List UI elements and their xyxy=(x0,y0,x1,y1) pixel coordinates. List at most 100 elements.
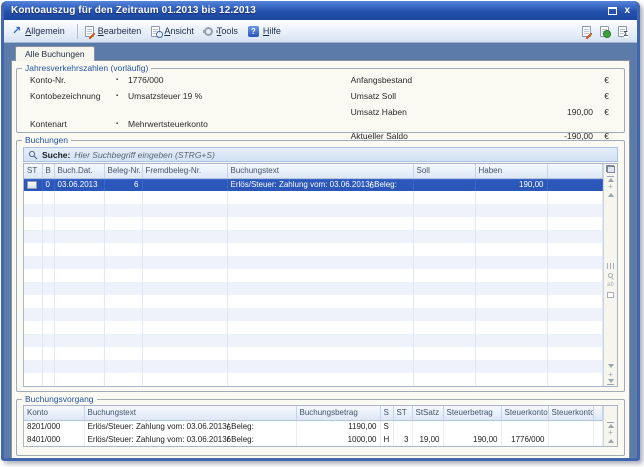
empty-row-proto[interactable] xyxy=(24,360,603,373)
empty-row-proto[interactable] xyxy=(24,204,603,217)
document-pen-icon xyxy=(85,26,94,37)
empty-row-proto[interactable] xyxy=(24,282,603,295)
table-row[interactable]: 8401/000 Erlös/Steuer: Zahlung vom: 03.0… xyxy=(24,433,603,446)
col-buchungstext[interactable]: Buchungstext xyxy=(227,164,413,178)
empty-row-proto[interactable] xyxy=(24,230,603,243)
menu-allgemein[interactable]: ↗ Allgemein xyxy=(12,26,65,36)
col-konto[interactable]: Konto xyxy=(24,406,84,420)
group-buchungen: Buchungen Suche: xyxy=(16,135,625,392)
buchungsvorgang-table: Konto Buchungstext Buchungsbetrag S ST S… xyxy=(23,405,618,447)
scroll-up-icon[interactable] xyxy=(608,193,614,197)
scroll-down-icon[interactable] xyxy=(608,364,614,368)
menu-bearbeiten[interactable]: Bearbeiten xyxy=(85,26,142,37)
empty-row-proto[interactable] xyxy=(24,191,603,204)
field-value: Umsatzsteuer 19 % xyxy=(128,91,202,101)
col-stsatz[interactable]: StSatz xyxy=(412,406,443,420)
empty-row-proto[interactable] xyxy=(24,295,603,308)
col-st[interactable]: ST xyxy=(24,164,42,178)
field-umsatz-soll: Umsatz Soll € xyxy=(351,90,609,102)
toolbar: ↗ Allgemein Bearbeiten Ansicht Tools ? H… xyxy=(4,20,637,43)
scroll-up-icon[interactable] xyxy=(608,439,614,443)
field-kontenart: Kontenart ▪ Mehrwertsteuerkonto xyxy=(30,118,351,130)
grid-view-icon[interactable] xyxy=(607,292,614,298)
empty-row-proto[interactable] xyxy=(24,308,603,321)
columns-view-icon[interactable] xyxy=(607,263,614,269)
col-buchdat[interactable]: Buch.Dat. xyxy=(54,164,104,178)
main-panel: Jahresverkehrszahlen (vorläufig) Konto-N… xyxy=(11,60,630,459)
col-belegnr[interactable]: Beleg-Nr. xyxy=(104,164,142,178)
empty-row-proto[interactable] xyxy=(24,334,603,347)
col-steuerkonto-2[interactable]: Steuerkonto 2 xyxy=(548,406,593,420)
col-filler xyxy=(593,406,603,420)
document-check-icon[interactable] xyxy=(600,26,609,37)
empty-row-proto[interactable] xyxy=(24,269,603,282)
menu-ansicht[interactable]: Ansicht xyxy=(151,26,194,37)
help-icon: ? xyxy=(248,26,259,37)
document-sum-icon[interactable] xyxy=(618,26,627,37)
empty-row-proto[interactable] xyxy=(24,256,603,269)
buchungen-table: ST B Buch.Dat. Beleg-Nr. Fremdbeleg-Nr. … xyxy=(23,163,618,387)
col-steuerkonto-1[interactable]: Steuerkonto 1 xyxy=(501,406,548,420)
col-haben[interactable]: Haben xyxy=(475,164,547,178)
col-st[interactable]: ST xyxy=(393,406,412,420)
arrow-up-right-icon: ↗ xyxy=(12,26,21,36)
field-value: 190,00 xyxy=(461,107,599,117)
group-legend: Buchungen xyxy=(22,135,71,145)
search-input[interactable] xyxy=(74,150,613,160)
col-s[interactable]: S xyxy=(380,406,393,420)
currency-symbol: € xyxy=(599,75,609,85)
document-pen-icon[interactable] xyxy=(582,26,591,37)
table-row-selected[interactable]: 0 03.06.2013 6 Erlös/Steuer: Zahlung vom… xyxy=(24,178,603,191)
insert-row-icon[interactable]: + xyxy=(608,183,613,190)
currency-symbol: € xyxy=(599,91,609,101)
col-b[interactable]: B xyxy=(42,164,54,178)
close-icon[interactable]: x xyxy=(624,6,630,15)
field-value: Mehrwertsteuerkonto xyxy=(128,119,208,129)
app-window: Kontoauszug für den Zeitraum 01.2013 bis… xyxy=(1,1,640,461)
col-buchungsbetrag[interactable]: Buchungsbetrag xyxy=(296,406,380,420)
field-value: 1776/000 xyxy=(128,75,163,85)
field-umsatz-haben: Umsatz Haben 190,00 € xyxy=(351,106,609,118)
group-jahresverkehrszahlen: Jahresverkehrszahlen (vorläufig) Konto-N… xyxy=(16,63,625,133)
empty-row-proto[interactable] xyxy=(24,243,603,256)
buchungen-header-row[interactable]: ST B Buch.Dat. Beleg-Nr. Fremdbeleg-Nr. … xyxy=(24,164,603,178)
scroll-bottom-icon[interactable] xyxy=(607,379,614,385)
group-legend: Buchungsvorgang xyxy=(22,394,97,404)
empty-row-proto[interactable] xyxy=(24,321,603,334)
col-soll[interactable]: Soll xyxy=(413,164,475,178)
column-picker-icon[interactable] xyxy=(606,165,615,173)
col-steuerbetrag[interactable]: Steuerbetrag xyxy=(443,406,501,420)
append-row-icon[interactable]: + xyxy=(608,371,613,378)
rename-icon[interactable]: ab xyxy=(607,282,614,288)
buchungsvorgang-header-row[interactable]: Konto Buchungstext Buchungsbetrag S ST S… xyxy=(24,406,603,420)
insert-row-icon[interactable]: + xyxy=(608,429,613,436)
empty-row-proto[interactable] xyxy=(24,217,603,230)
group-legend: Jahresverkehrszahlen (vorläufig) xyxy=(22,63,151,73)
empty-row-proto[interactable] xyxy=(24,347,603,360)
menu-hilfe[interactable]: ? Hilfe xyxy=(248,26,281,37)
menu-tools[interactable]: Tools xyxy=(204,26,238,36)
col-filler xyxy=(547,164,603,178)
table-side-toolbar: + ab + xyxy=(603,164,617,386)
row-state-icon xyxy=(24,178,42,191)
empty-row-proto[interactable] xyxy=(24,373,603,386)
search-icon xyxy=(28,150,38,160)
field-anfangsbestand: Anfangsbestand € xyxy=(351,74,609,86)
col-buchungstext[interactable]: Buchungstext xyxy=(84,406,296,420)
bullet-icon: ▪ xyxy=(116,121,128,127)
bullet-icon: ▪ xyxy=(116,77,128,83)
gear-icon xyxy=(204,27,213,36)
field-konto-nr: Konto-Nr. ▪ 1776/000 xyxy=(30,74,351,86)
bullet-icon: ▪ xyxy=(116,93,128,99)
table-row[interactable]: 8201/000 Erlös/Steuer: Zahlung vom: 03.0… xyxy=(24,420,603,433)
field-kontobezeichnung: Kontobezeichnung ▪ Umsatzsteuer 19 % xyxy=(30,90,351,102)
grid-icon xyxy=(27,181,37,189)
currency-symbol: € xyxy=(599,107,609,117)
toolbar-separator xyxy=(77,24,78,39)
document-magnifier-icon xyxy=(151,26,160,37)
search-row-icon[interactable] xyxy=(608,273,613,278)
col-fremdbelegnr[interactable]: Fremdbeleg-Nr. xyxy=(142,164,227,178)
search-label: Suche: xyxy=(42,150,70,160)
tab-alle-buchungen[interactable]: Alle Buchungen xyxy=(15,46,95,61)
maximize-icon[interactable] xyxy=(608,7,617,15)
